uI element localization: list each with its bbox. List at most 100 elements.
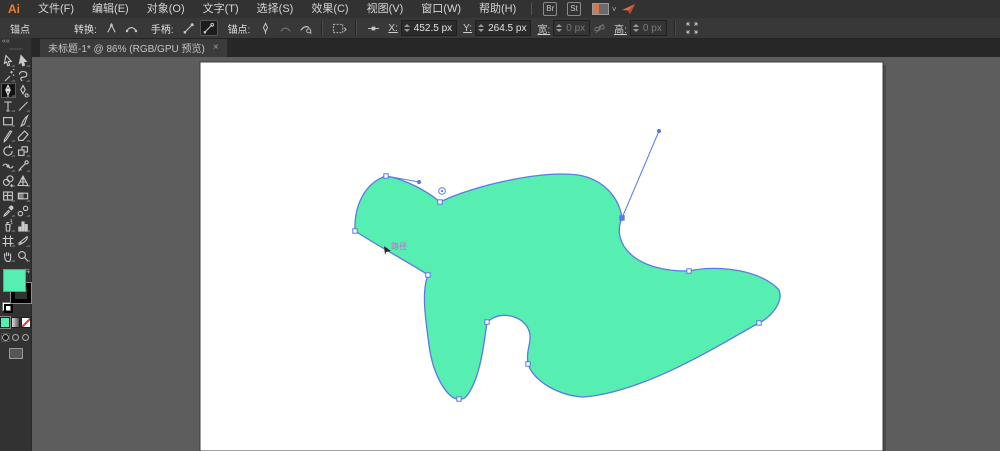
menu-item[interactable]: 效果(C) — [302, 0, 357, 18]
width-tool[interactable] — [1, 158, 16, 173]
anchor-point[interactable] — [757, 321, 761, 325]
stepper-icon[interactable] — [478, 24, 484, 32]
symbol-sprayer-tool-icon — [1, 219, 15, 233]
panel-grip[interactable] — [9, 48, 23, 50]
hide-handles-button[interactable] — [180, 20, 198, 36]
rectangle-tool[interactable] — [1, 113, 16, 128]
isolate-selection-button[interactable] — [330, 20, 348, 36]
anchor-point[interactable] — [384, 174, 388, 178]
anchor-point[interactable] — [353, 229, 357, 233]
color-button[interactable] — [0, 317, 10, 328]
convert-to-smooth-button[interactable] — [123, 20, 141, 36]
anchor-point[interactable] — [438, 200, 442, 204]
x-input[interactable]: 452.5 px — [401, 20, 457, 36]
symbol-sprayer-tool[interactable] — [1, 218, 16, 233]
shape-builder-tool[interactable] — [1, 173, 16, 188]
anchor-point[interactable] — [687, 269, 691, 273]
perspective-grid-tool[interactable] — [16, 173, 31, 188]
pencil-tool[interactable] — [1, 128, 16, 143]
menu-item[interactable]: 文字(T) — [194, 0, 248, 18]
bezier-handle-dot[interactable] — [417, 180, 421, 184]
convert-to-corner-button[interactable] — [103, 20, 121, 36]
chevron-down-icon[interactable]: ˅ — [612, 5, 617, 14]
anchor-point-selected[interactable] — [620, 216, 624, 220]
lasso-tool[interactable] — [16, 68, 31, 83]
eyedropper-tool-icon — [1, 204, 15, 218]
stock-button[interactable]: St — [567, 2, 581, 16]
collapse-panel-icon[interactable]: «« — [0, 38, 31, 46]
workspace-icon[interactable] — [592, 3, 609, 15]
remove-anchor-button[interactable] — [276, 20, 294, 36]
gradient-tool[interactable] — [16, 188, 31, 203]
width-input[interactable]: 0 px — [553, 20, 590, 36]
screen-mode-button[interactable] — [9, 348, 23, 359]
stepper-icon[interactable] — [404, 24, 410, 32]
anchor-hover-indicator-dot[interactable] — [441, 190, 443, 192]
paintbrush-tool[interactable] — [16, 113, 31, 128]
menu-item[interactable]: 帮助(H) — [470, 0, 525, 18]
document-tab[interactable]: 未标题-1* @ 86% (RGB/GPU 预览) × — [40, 38, 227, 57]
bezier-handle-dot[interactable] — [657, 129, 661, 133]
canvas-stage[interactable]: 路径 — [0, 0, 1000, 451]
anchor-point[interactable] — [457, 397, 461, 401]
zoom-tool[interactable] — [16, 248, 31, 263]
scale-tool[interactable] — [16, 143, 31, 158]
bridge-button[interactable]: Br — [543, 2, 557, 16]
share-plane-icon[interactable] — [621, 2, 637, 16]
height-input[interactable]: 0 px — [630, 20, 667, 36]
eraser-tool[interactable] — [16, 128, 31, 143]
menu-item[interactable]: 编辑(E) — [83, 0, 138, 18]
link-dimensions-icon[interactable] — [590, 20, 608, 36]
curvature-tool[interactable] — [16, 83, 31, 98]
free-transform-tool[interactable] — [16, 158, 31, 173]
close-icon[interactable]: × — [213, 42, 219, 53]
width-tool-icon — [1, 159, 15, 173]
app-logo[interactable]: Ai — [0, 2, 29, 16]
rotate-tool-icon — [1, 144, 15, 158]
transform-icon[interactable] — [683, 20, 701, 36]
eyedropper-tool[interactable] — [1, 203, 16, 218]
shape-builder-tool-icon — [1, 174, 15, 188]
type-tool-icon — [1, 99, 15, 113]
artboard-tool[interactable] — [1, 233, 16, 248]
draw-behind-mode-button[interactable] — [11, 333, 20, 342]
blend-tool[interactable] — [16, 203, 31, 218]
show-handles-button[interactable] — [200, 20, 218, 36]
y-input[interactable]: 264.5 px — [475, 20, 531, 36]
x-label: X: — [388, 23, 397, 34]
anchor-point[interactable] — [485, 320, 489, 324]
gradient-button[interactable] — [11, 317, 21, 328]
paintbrush-tool-icon — [16, 114, 30, 128]
default-fill-stroke-icon[interactable] — [2, 302, 11, 311]
type-tool[interactable] — [1, 98, 16, 113]
direct-selection-tool-icon — [1, 54, 15, 68]
menu-item[interactable]: 选择(S) — [248, 0, 303, 18]
column-graph-tool[interactable] — [16, 218, 31, 233]
mesh-tool[interactable] — [1, 188, 16, 203]
cut-path-button[interactable] — [296, 20, 314, 36]
menu-item[interactable]: 窗口(W) — [412, 0, 470, 18]
blend-tool-icon — [16, 204, 30, 218]
anchor-point[interactable] — [426, 273, 430, 277]
line-segment-tool[interactable] — [16, 98, 31, 113]
menu-item[interactable]: 文件(F) — [29, 0, 83, 18]
anchor-point[interactable] — [526, 362, 530, 366]
fill-swatch[interactable] — [3, 269, 26, 292]
none-button[interactable] — [21, 317, 31, 328]
add-anchor-pen-button[interactable] — [256, 20, 274, 36]
zoom-tool-icon — [16, 249, 30, 263]
hand-tool[interactable] — [1, 248, 16, 263]
handles-label: 手柄: — [151, 21, 174, 36]
draw-normal-mode-button[interactable] — [1, 333, 10, 342]
reference-point-icon[interactable] — [364, 20, 382, 36]
free-transform-tool-icon — [16, 159, 30, 173]
draw-inside-mode-button[interactable] — [21, 333, 30, 342]
slice-tool[interactable] — [16, 233, 31, 248]
rotate-tool[interactable] — [1, 143, 16, 158]
direct-selection-tool[interactable] — [1, 53, 16, 68]
magic-wand-tool[interactable] — [1, 68, 16, 83]
selection-tool[interactable] — [16, 53, 31, 68]
menu-item[interactable]: 对象(O) — [138, 0, 194, 18]
menu-item[interactable]: 视图(V) — [358, 0, 413, 18]
pen-tool[interactable] — [1, 83, 16, 98]
